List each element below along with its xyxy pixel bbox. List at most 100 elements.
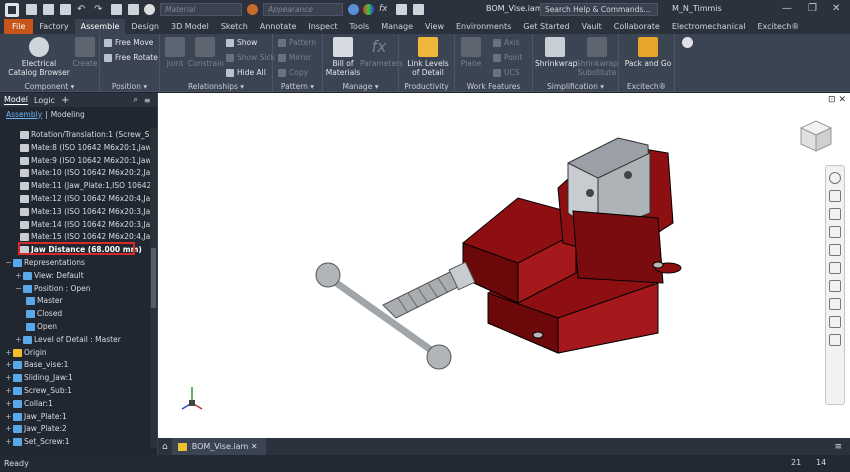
tree-node[interactable]: Mate:8 (ISO 10642 M6x20:1,Jaw_P [20, 142, 150, 154]
create-button[interactable]: Create [72, 37, 98, 68]
navigation-bar[interactable] [825, 165, 845, 405]
expand-toggle-icon[interactable]: + [4, 372, 13, 384]
share-icon[interactable] [413, 4, 424, 15]
tree-node[interactable]: + Screw_Sub:1 [4, 385, 72, 397]
free-rotate-button[interactable]: Free Rotate [104, 53, 158, 62]
tree-node[interactable]: + Set_Screw:1 [4, 436, 70, 448]
tab-design[interactable]: Design [125, 19, 165, 34]
joint-button[interactable]: Joint [162, 37, 188, 68]
user-name[interactable]: M_N_Timmis [672, 4, 722, 13]
viewport-controls[interactable]: ⊡ ✕ [828, 95, 846, 105]
tree-node[interactable]: + Base_vise:1 [4, 359, 68, 371]
tab-excitech[interactable]: Excitech® [752, 19, 806, 34]
tree-node[interactable]: Mate:12 (ISO 10642 M6x20:4,Jaw_ [20, 193, 150, 205]
tree-node[interactable]: − Position : Open [14, 283, 91, 295]
parameters-button[interactable]: fx Parameters [360, 37, 403, 68]
tree-node[interactable]: Master [26, 295, 63, 307]
tree-node[interactable]: + Jaw_Plate:2 [4, 423, 67, 435]
axis-button[interactable]: Axis [493, 38, 520, 47]
tree-node[interactable]: Mate:11 (Jaw_Plate:1,ISO 10642 M [20, 180, 150, 192]
show-button[interactable]: Show [226, 38, 257, 47]
tab-view[interactable]: View [419, 19, 450, 34]
tab-manage[interactable]: Manage [375, 19, 419, 34]
close-tab-icon[interactable]: ✕ [251, 442, 258, 451]
select-icon[interactable] [128, 4, 139, 15]
panel-title-component[interactable]: Component ▾ [0, 82, 99, 91]
measure-icon[interactable] [396, 4, 407, 15]
tree-node[interactable]: Rotation/Translation:1 (Screw_Sub: [20, 129, 150, 141]
home-icon[interactable] [111, 4, 122, 15]
close-icon[interactable]: ✕ [832, 3, 840, 14]
link-levels-of-detail-button[interactable]: Link Levels of Detail [403, 37, 453, 77]
expand-toggle-icon[interactable]: + [14, 334, 23, 346]
view-face-icon[interactable] [829, 334, 841, 346]
vise-model[interactable] [158, 93, 850, 438]
expand-toggle-icon[interactable]: + [4, 398, 13, 410]
mirror-button[interactable]: Mirror [278, 53, 311, 62]
clear-appearance-icon[interactable] [363, 4, 374, 15]
tab-menu-icon[interactable]: ≡ [834, 442, 842, 452]
panel-title-position[interactable]: Position ▾ [100, 82, 159, 91]
tree-node[interactable]: Mate:13 (ISO 10642 M6x20:3,Jaw_ [20, 206, 150, 218]
free-orbit-icon[interactable] [829, 316, 841, 328]
subtab-assembly[interactable]: Assembly [6, 110, 42, 119]
tree-node[interactable]: + Collar:1 [4, 398, 53, 410]
search-icon[interactable]: ⌕ [133, 95, 137, 105]
tree-node[interactable]: + Origin [4, 347, 47, 359]
tab-logic[interactable]: Logic [34, 96, 55, 105]
tree-node[interactable]: Mate:10 (ISO 10642 M6x20:2,Jaw_ [20, 167, 150, 179]
expand-toggle-icon[interactable]: − [14, 283, 23, 295]
panel-title-pattern[interactable]: Pattern ▾ [273, 82, 322, 91]
tree-node[interactable]: + Sliding_Jaw:1 [4, 372, 73, 384]
appearance-select[interactable]: Appearance [263, 3, 343, 16]
add-tab-icon[interactable]: + [61, 95, 69, 106]
zoom-window-icon[interactable] [829, 280, 841, 292]
panel-title-manage[interactable]: Manage ▾ [323, 82, 398, 91]
tab-3d-model[interactable]: 3D Model [165, 19, 215, 34]
expand-toggle-icon[interactable]: + [4, 347, 13, 359]
constrain-button[interactable]: Constrain [188, 37, 224, 68]
restore-icon[interactable]: ❐ [808, 3, 817, 14]
tab-electromechanical[interactable]: Electromechanical [666, 19, 752, 34]
look-at-icon[interactable] [829, 244, 841, 256]
tab-inspect[interactable]: Inspect [302, 19, 343, 34]
point-button[interactable]: Point [493, 53, 523, 62]
shrinkwrap-substitute-button[interactable]: Shrinkwrap Substitute [575, 37, 619, 77]
ribbon-options-icon[interactable] [682, 37, 693, 48]
home-tab-icon[interactable]: ⌂ [158, 442, 172, 452]
expand-toggle-icon[interactable]: + [4, 385, 13, 397]
tab-vault[interactable]: Vault [576, 19, 608, 34]
inventor-logo-icon[interactable] [5, 2, 19, 17]
appearance-icon[interactable] [247, 4, 258, 15]
panel-title-simplification[interactable]: Simplification ▾ [533, 82, 618, 91]
tab-file[interactable]: File [4, 19, 34, 34]
tree-node[interactable]: + Jaw_Plate:1 [4, 411, 67, 423]
tab-factory[interactable]: Factory [33, 19, 74, 34]
orbit-icon[interactable] [829, 226, 841, 238]
show-sick-button[interactable]: Show Sick [226, 53, 275, 62]
steering-wheel-icon[interactable] [829, 172, 841, 184]
tab-environments[interactable]: Environments [450, 19, 517, 34]
zoom-all-icon[interactable] [829, 262, 841, 274]
redo-icon[interactable]: ↷ [94, 4, 105, 15]
tab-collaborate[interactable]: Collaborate [608, 19, 666, 34]
expand-toggle-icon[interactable]: − [4, 257, 13, 269]
zoom-icon[interactable] [829, 208, 841, 220]
free-move-button[interactable]: Free Move [104, 38, 153, 47]
expand-toggle-icon[interactable]: + [4, 423, 13, 435]
subtab-modeling[interactable]: Modeling [51, 110, 85, 119]
clear-override-icon[interactable] [144, 4, 155, 15]
pan-icon[interactable] [829, 190, 841, 202]
electrical-catalog-button[interactable]: Electrical Catalog Browser [8, 37, 70, 77]
tab-assemble[interactable]: Assemble [74, 19, 126, 34]
viewcube-icon[interactable] [798, 118, 834, 154]
tree-node[interactable]: + View: Default [14, 270, 84, 282]
expand-toggle-icon[interactable]: + [4, 411, 13, 423]
undo-icon[interactable]: ↶ [77, 4, 88, 15]
tab-model[interactable]: Model [4, 95, 29, 105]
expand-toggle-icon[interactable]: + [4, 359, 13, 371]
bill-of-materials-button[interactable]: Bill of Materials [325, 37, 361, 77]
tab-get-started[interactable]: Get Started [517, 19, 575, 34]
new-icon[interactable] [26, 4, 37, 15]
pack-and-go-button[interactable]: Pack and Go [623, 37, 673, 68]
